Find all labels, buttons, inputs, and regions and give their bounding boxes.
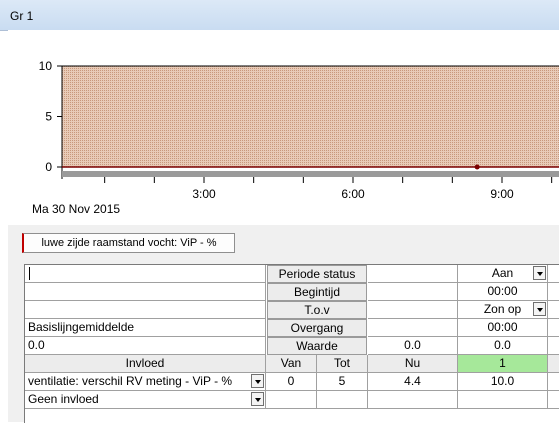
overgang-value[interactable]: 00:00 (458, 319, 548, 337)
cell-empty (548, 391, 559, 409)
y-tick-label: 10 (39, 59, 53, 73)
x-tick-label: 9:00 (490, 187, 514, 201)
begintijd-value[interactable]: 00:00 (458, 283, 548, 301)
chart: 10 5 0 3:00 6:00 9:00 (39, 59, 559, 201)
settings-table: Periode status Aan Begintijd 00:00 T.o.v… (24, 264, 559, 423)
invloed-select-value: Geen invloed (28, 392, 99, 406)
header-empty (548, 355, 559, 373)
nu-value: 4.4 (368, 373, 458, 391)
window-titlebar: Gr 1 (0, 0, 559, 31)
tov-select-value: Zon op (483, 302, 522, 316)
cell-empty (548, 301, 559, 319)
van-value[interactable]: 0 (266, 373, 317, 391)
y-tick-label: 0 (45, 160, 52, 174)
periode-status-button[interactable]: Periode status (267, 265, 367, 283)
chevron-down-icon[interactable] (533, 266, 546, 280)
waarde-value[interactable]: 0.0 (458, 337, 548, 355)
x-tick-label: 3:00 (192, 187, 216, 201)
chevron-down-icon[interactable] (533, 302, 546, 316)
cell-empty (548, 283, 559, 301)
begintijd-button[interactable]: Begintijd (267, 283, 367, 301)
header-col-1[interactable]: 1 (458, 355, 548, 373)
basislijn-value[interactable]: 0.0 (25, 337, 266, 355)
nu-value (368, 391, 458, 409)
tab-graph-selector[interactable]: luwe zijde raamstand vocht: ViP - % (22, 233, 235, 253)
window-title: Gr 1 (10, 9, 34, 23)
header-van: Van (266, 355, 317, 373)
van-value[interactable] (266, 391, 317, 409)
x-axis-band (62, 171, 559, 177)
chart-area-fill (62, 66, 559, 167)
cell-empty (368, 301, 458, 319)
cell-empty (548, 337, 559, 355)
date-label: Ma 30 Nov 2015 (32, 202, 121, 216)
y-tick-label: 5 (45, 110, 52, 124)
status-select[interactable]: Aan (458, 265, 548, 283)
cell-empty (25, 283, 266, 301)
tot-value[interactable] (317, 391, 368, 409)
cell-empty (548, 319, 559, 337)
chevron-down-icon[interactable] (251, 392, 264, 406)
cell-empty (548, 373, 559, 391)
chart-panel: 10 5 0 3:00 6:00 9:00 (8, 30, 559, 225)
text-input[interactable] (25, 265, 266, 283)
tot-value[interactable]: 5 (317, 373, 368, 391)
header-tot: Tot (317, 355, 368, 373)
invloed-select[interactable]: Geen invloed (25, 391, 266, 409)
waarde-nu: 0.0 (368, 337, 458, 355)
col-1-value[interactable] (458, 391, 548, 409)
text-caret (29, 267, 30, 280)
status-select-value: Aan (491, 266, 514, 280)
data-point (474, 164, 480, 170)
invloed-select-value: ventilatie: verschil RV meting - ViP - % (28, 374, 233, 388)
waarde-button[interactable]: Waarde (267, 337, 367, 355)
cell-empty (368, 319, 458, 337)
client-area: 10 5 0 3:00 6:00 9:00 Ma 30 Nov 2015 luwe zij… (8, 30, 559, 423)
tov-select[interactable]: Zon op (458, 301, 548, 319)
tov-button[interactable]: T.o.v (267, 301, 367, 319)
col-1-value[interactable]: 10.0 (458, 373, 548, 391)
header-invloed: Invloed (25, 355, 266, 373)
basislijn-label: Basislijngemiddelde (25, 319, 266, 337)
header-nu: Nu (368, 355, 458, 373)
invloed-select[interactable]: ventilatie: verschil RV meting - ViP - % (25, 373, 266, 391)
chevron-down-icon[interactable] (251, 374, 264, 388)
x-tick-label: 6:00 (341, 187, 365, 201)
cell-empty (368, 283, 458, 301)
cell-empty (548, 265, 559, 283)
overgang-button[interactable]: Overgang (267, 319, 367, 337)
periode-status-empty (368, 265, 458, 283)
cell-empty (25, 301, 266, 319)
